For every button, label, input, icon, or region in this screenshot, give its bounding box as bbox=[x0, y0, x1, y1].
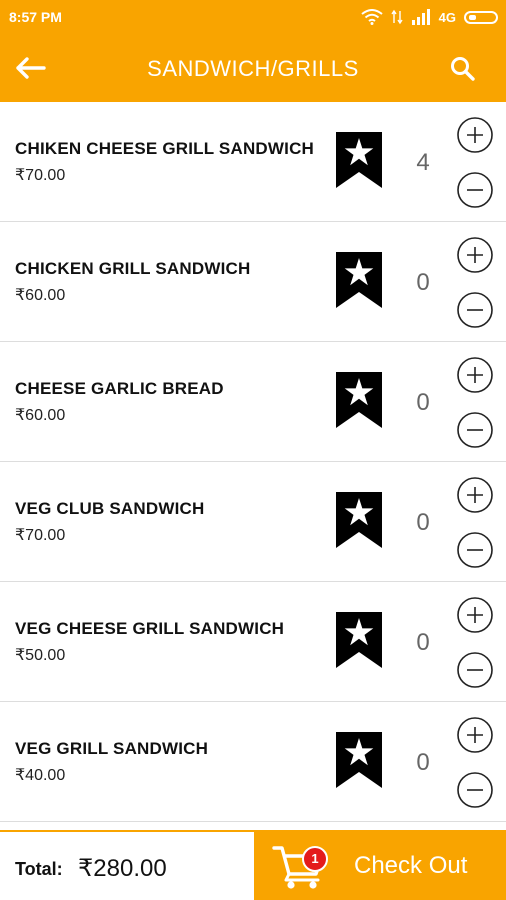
quantity-value: 0 bbox=[416, 389, 430, 416]
item-name: CHIKEN CHEESE GRILL SANDWICH bbox=[15, 139, 315, 158]
data-transfer-icon bbox=[391, 9, 403, 25]
bookmark-star-icon[interactable] bbox=[336, 732, 382, 788]
menu-item: CHICKEN GRILL SANDWICH ₹60.00 0 bbox=[0, 222, 506, 342]
menu-item: CHIKEN CHEESE GRILL SANDWICH ₹70.00 4 bbox=[0, 102, 506, 222]
increment-button[interactable] bbox=[456, 716, 494, 754]
battery-icon bbox=[464, 10, 498, 24]
item-name: VEG CHEESE GRILL SANDWICH bbox=[15, 619, 285, 638]
increment-button[interactable] bbox=[456, 476, 494, 514]
menu-item: VEG GRILL SANDWICH ₹40.00 0 bbox=[0, 702, 506, 822]
quantity-value: 0 bbox=[416, 269, 430, 296]
increment-button[interactable] bbox=[456, 356, 494, 394]
increment-button[interactable] bbox=[456, 116, 494, 154]
menu-item: CHEESE GARLIC BREAD ₹60.00 0 bbox=[0, 342, 506, 462]
wifi-icon bbox=[361, 9, 383, 25]
total-value: ₹280.00 bbox=[78, 855, 167, 882]
bookmark-star-icon[interactable] bbox=[336, 252, 382, 308]
checkout-label: Check Out bbox=[354, 852, 468, 879]
item-name: VEG GRILL SANDWICH bbox=[15, 739, 209, 758]
status-bar: 8:57 PM 4G bbox=[0, 0, 506, 34]
item-name: CHICKEN GRILL SANDWICH bbox=[15, 259, 251, 278]
bottom-bar: Total: ₹280.00 1 Check Out bbox=[0, 830, 506, 900]
bookmark-star-icon[interactable] bbox=[336, 132, 382, 188]
app-bar: SANDWICH/GRILLS bbox=[0, 34, 506, 102]
item-price: ₹70.00 bbox=[15, 167, 66, 184]
decrement-button[interactable] bbox=[456, 771, 494, 809]
item-price: ₹60.00 bbox=[15, 287, 66, 304]
search-icon bbox=[451, 57, 475, 81]
item-name: VEG CLUB SANDWICH bbox=[15, 499, 205, 518]
page-title: SANDWICH/GRILLS bbox=[147, 56, 359, 81]
status-icons: 4G bbox=[361, 7, 498, 27]
cart-count-badge: 1 bbox=[302, 846, 328, 872]
decrement-button[interactable] bbox=[456, 171, 494, 209]
quantity-value: 0 bbox=[416, 629, 430, 656]
quantity-value: 0 bbox=[416, 509, 430, 536]
checkout-button[interactable]: 1 Check Out bbox=[254, 830, 506, 900]
total-label: Total: bbox=[15, 859, 63, 879]
decrement-button[interactable] bbox=[456, 291, 494, 329]
decrement-button[interactable] bbox=[456, 651, 494, 689]
quantity-value: 4 bbox=[416, 149, 430, 176]
bookmark-star-icon[interactable] bbox=[336, 372, 382, 428]
quantity-value: 0 bbox=[416, 749, 430, 776]
decrement-button[interactable] bbox=[456, 531, 494, 569]
status-time: 8:57 PM bbox=[9, 9, 62, 25]
item-price: ₹60.00 bbox=[15, 407, 66, 424]
item-price: ₹70.00 bbox=[15, 527, 66, 544]
item-price: ₹50.00 bbox=[15, 647, 66, 664]
item-price: ₹40.00 bbox=[15, 767, 66, 784]
item-name: CHEESE GARLIC BREAD bbox=[15, 379, 224, 398]
bookmark-star-icon[interactable] bbox=[336, 492, 382, 548]
signal-icon bbox=[411, 9, 430, 25]
menu-list: CHIKEN CHEESE GRILL SANDWICH ₹70.00 4 CH… bbox=[0, 102, 506, 822]
bookmark-star-icon[interactable] bbox=[336, 612, 382, 668]
menu-item: VEG CHEESE GRILL SANDWICH ₹50.00 0 bbox=[0, 582, 506, 702]
decrement-button[interactable] bbox=[456, 411, 494, 449]
network-type: 4G bbox=[438, 9, 456, 25]
increment-button[interactable] bbox=[456, 236, 494, 274]
menu-item: VEG CLUB SANDWICH ₹70.00 0 bbox=[0, 462, 506, 582]
search-button[interactable] bbox=[446, 52, 480, 86]
total-area: Total: ₹280.00 bbox=[0, 832, 254, 900]
increment-button[interactable] bbox=[456, 596, 494, 634]
